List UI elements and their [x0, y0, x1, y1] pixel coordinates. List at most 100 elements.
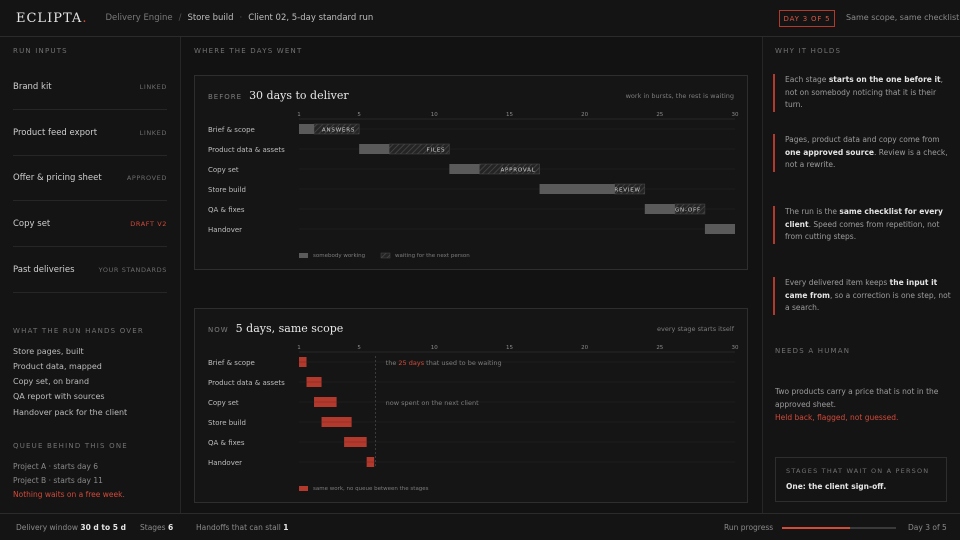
input-label: Offer & pricing sheet: [13, 173, 102, 183]
top-bar: ECLIPTA. Delivery Engine / Store build ·…: [0, 0, 960, 37]
row-label: Store build: [208, 186, 246, 194]
waiting-bar-label: APPROVAL: [500, 168, 535, 174]
why-card: Every delivered item keeps the input it …: [773, 277, 951, 315]
where-days-went-heading: WHERE THE DAYS WENT: [194, 47, 303, 55]
crumb-delivery-engine[interactable]: Delivery Engine: [105, 13, 172, 23]
working-bar: [644, 204, 675, 214]
working-bar: [359, 144, 390, 154]
center-column: WHERE THE DAYS WENT BEFORE 30 days to de…: [181, 37, 762, 513]
crumb-client-run: Client 02, 5-day standard run: [248, 13, 374, 23]
x-tick-label: 30: [732, 112, 739, 118]
right-column: WHY IT HOLDS Each stage starts on the on…: [762, 37, 960, 513]
x-tick-label: 10: [431, 112, 438, 118]
left-column: RUN INPUTS Brand kit LINKED Product feed…: [0, 37, 181, 513]
working-bar: [704, 224, 735, 234]
row-label: Handover: [208, 459, 242, 467]
input-label: Product feed export: [13, 128, 98, 138]
before-panel: BEFORE 30 days to deliver work in bursts…: [194, 75, 748, 270]
x-tick-label: 15: [506, 112, 513, 118]
annotation-next-client: now spent on the next client: [386, 399, 479, 407]
before-gantt-chart: 1 5 10 15 20 25 30Brief & scopeProduct data & …: [208, 112, 739, 259]
stages-stat: Stages 6: [140, 523, 174, 532]
row-label: Handover: [208, 226, 242, 234]
crumb-store-build[interactable]: Store build: [187, 13, 233, 23]
working-bar: [299, 124, 315, 134]
needs-human-flag: Held back, flagged, not guessed.: [775, 413, 899, 422]
input-status: LINKED: [139, 83, 167, 91]
now-gantt-chart: 1 5 10 15 20 25 30Brief & scopeProduct data & …: [208, 345, 739, 492]
hands-over-item: QA report with sources: [13, 392, 105, 401]
hands-over-heading: WHAT THE RUN HANDS OVER: [13, 327, 144, 335]
x-tick-label: 5: [357, 345, 361, 351]
x-tick-label: 20: [581, 345, 588, 351]
waiting-stages-heading: STAGES THAT WAIT ON A PERSON: [786, 467, 930, 475]
input-row-copy-set[interactable]: Copy set DRAFT V2: [13, 202, 167, 247]
row-label: Brief & scope: [208, 359, 255, 367]
run-inputs-heading: RUN INPUTS: [13, 47, 68, 55]
hands-over-item: Copy set, on brand: [13, 377, 90, 386]
crumb-dot: ·: [239, 13, 243, 23]
x-tick-label: 25: [656, 345, 663, 351]
queue-item-project-a[interactable]: Project A · starts day 6: [13, 462, 98, 471]
x-tick-label: 5: [357, 112, 361, 118]
bottom-bar: Delivery window 30 d to 5 d Stages 6 Han…: [0, 513, 960, 540]
delivery-window-stat: Delivery window 30 d to 5 d: [16, 523, 126, 532]
working-bar: [449, 164, 480, 174]
needs-human-text: Two products carry a price that is not i…: [775, 387, 939, 422]
legend-working-label: somebody working: [313, 253, 365, 259]
hands-over-item: Store pages, built: [13, 347, 84, 356]
breadcrumb: Delivery Engine / Store build · Client 0…: [105, 13, 373, 23]
now-panel: NOW 5 days, same scope every stage start…: [194, 308, 748, 503]
annotation-waiting: the 25 days that used to be waiting: [386, 359, 502, 367]
input-row-offer-pricing[interactable]: Offer & pricing sheet APPROVED: [13, 156, 167, 201]
input-label: Copy set: [13, 219, 51, 229]
handoffs-stat: Handoffs that can stall 1: [196, 523, 289, 532]
legend-swatch: [299, 486, 308, 491]
working-bar: [539, 184, 615, 194]
input-status: DRAFT V2: [130, 220, 167, 228]
input-row-product-feed[interactable]: Product feed export LINKED: [13, 111, 167, 156]
input-status: YOUR STANDARDS: [98, 266, 167, 274]
input-label: Brand kit: [13, 82, 52, 92]
why-card: The run is the same checklist for every …: [773, 206, 951, 244]
input-row-brand-kit[interactable]: Brand kit LINKED: [13, 65, 167, 110]
waiting-stages-box: STAGES THAT WAIT ON A PERSON One: the cl…: [775, 457, 947, 502]
why-heading: WHY IT HOLDS: [775, 47, 842, 55]
waiting-bar-label: ANSWERS: [322, 128, 355, 134]
row-label: QA & fixes: [208, 206, 245, 214]
crumb-separator: /: [178, 13, 182, 23]
day-badge: DAY 3 OF 5: [779, 10, 835, 27]
top-note: Same scope, same checklist: [846, 13, 960, 22]
row-label: Store build: [208, 419, 246, 427]
run-progress-label: Run progress: [724, 523, 774, 532]
hands-over-item: Handover pack for the client: [13, 408, 128, 417]
row-label: Product data & assets: [208, 379, 285, 387]
x-tick-label: 10: [431, 345, 438, 351]
input-status: APPROVED: [126, 174, 167, 182]
needs-human-heading: NEEDS A HUMAN: [775, 347, 851, 355]
row-label: Copy set: [208, 399, 239, 407]
row-label: Brief & scope: [208, 126, 255, 134]
logo[interactable]: ECLIPTA.: [16, 11, 87, 26]
legend-waiting-swatch: [380, 252, 391, 259]
why-card: Each stage starts on the one before it, …: [773, 74, 951, 112]
why-card: Pages, product data and copy come from o…: [773, 134, 951, 172]
x-tick-label: 1: [297, 345, 301, 351]
legend-label: same work, no queue between the stages: [313, 486, 429, 492]
queue-item-project-b[interactable]: Project B · starts day 11: [13, 476, 103, 485]
x-tick-label: 1: [297, 112, 301, 118]
hands-over-item: Product data, mapped: [13, 362, 102, 371]
run-progress-bar: [782, 527, 896, 529]
x-tick-label: 20: [581, 112, 588, 118]
run-progress-fill: [782, 527, 851, 529]
row-label: Product data & assets: [208, 146, 285, 154]
waiting-bar-label: FILES: [427, 148, 446, 154]
input-label: Past deliveries: [13, 265, 75, 275]
legend-waiting-label: waiting for the next person: [395, 253, 470, 259]
waiting-stages-value: One: the client sign-off.: [786, 482, 887, 491]
x-tick-label: 25: [656, 112, 663, 118]
row-label: Copy set: [208, 166, 239, 174]
input-row-past-deliveries[interactable]: Past deliveries YOUR STANDARDS: [13, 248, 167, 293]
row-label: QA & fixes: [208, 439, 245, 447]
run-day-label: Day 3 of 5: [908, 523, 947, 532]
